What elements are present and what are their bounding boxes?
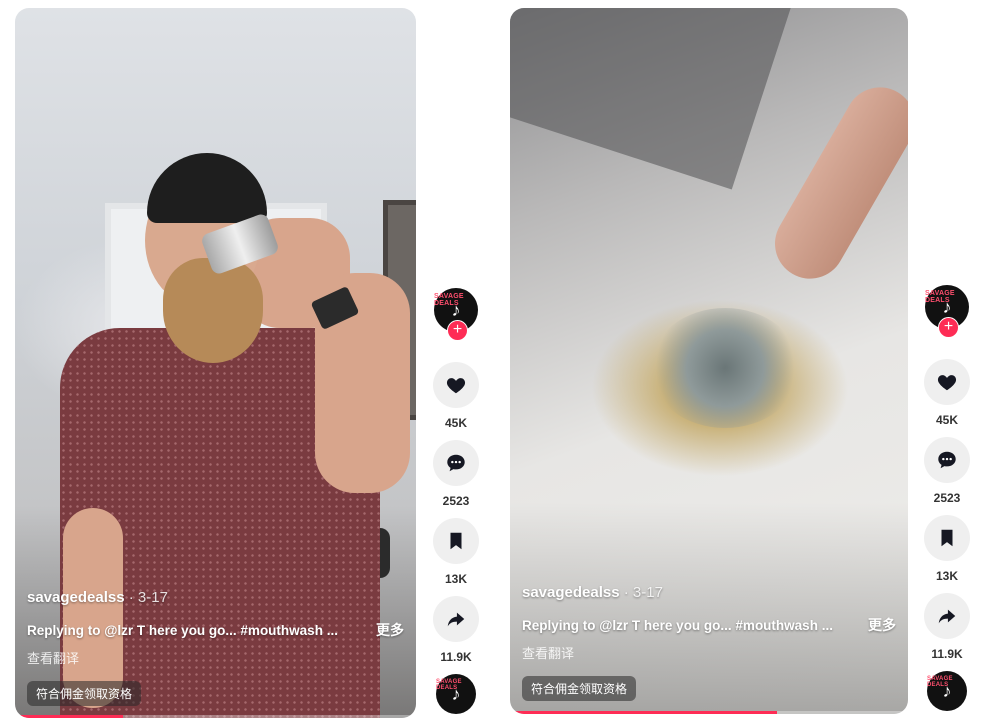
- commission-badge: 符合佣金领取资格: [522, 676, 637, 701]
- share-icon: [447, 612, 465, 627]
- caption-row: Replying to @lzr T here you go... #mouth…: [522, 615, 896, 635]
- disc-label: SAVAGE DEALS: [436, 679, 462, 691]
- comment-button[interactable]: [433, 440, 479, 486]
- author-avatar[interactable]: SAVAGE DEALS ♪ +: [434, 288, 478, 341]
- more-button[interactable]: 更多: [868, 615, 896, 635]
- author-name[interactable]: savagedealss: [27, 589, 125, 606]
- comment-icon: [938, 451, 956, 469]
- author-line: savagedealss · 3-17: [522, 584, 896, 601]
- author-line: savagedealss · 3-17: [27, 589, 404, 606]
- cap: [147, 153, 267, 223]
- like-button[interactable]: [924, 359, 970, 405]
- share-icon: [938, 609, 956, 624]
- share-count: 11.9K: [440, 650, 472, 664]
- save-count: 13K: [935, 569, 958, 583]
- more-button[interactable]: 更多: [376, 620, 404, 640]
- video-meta: savagedealss · 3-17 Replying to @lzr T h…: [27, 589, 404, 706]
- author-avatar[interactable]: SAVAGE DEALS ♪ +: [925, 285, 969, 338]
- like-count: 45K: [935, 413, 958, 427]
- post-date: · 3-17: [128, 589, 168, 606]
- follow-plus-icon[interactable]: +: [447, 320, 468, 341]
- progress-bar[interactable]: [15, 715, 124, 718]
- disc-label: SAVAGE DEALS: [927, 676, 953, 688]
- share-count: 11.9K: [931, 647, 963, 661]
- comment-icon: [447, 454, 465, 472]
- finger: [762, 74, 908, 292]
- follow-plus-icon[interactable]: +: [938, 317, 959, 338]
- caption-row: Replying to @lzr T here you go... #mouth…: [27, 620, 404, 640]
- translate-link[interactable]: 查看翻译: [522, 643, 896, 662]
- share-button[interactable]: [924, 593, 970, 639]
- save-count: 13K: [444, 572, 467, 586]
- music-disc[interactable]: SAVAGE DEALS ♪: [436, 674, 476, 714]
- commission-badge: 符合佣金领取资格: [27, 681, 142, 706]
- foam: [650, 308, 800, 428]
- heart-icon: [937, 375, 957, 391]
- share-button[interactable]: [433, 596, 479, 642]
- beard: [163, 258, 263, 363]
- save-button[interactable]: [924, 515, 970, 561]
- music-disc[interactable]: SAVAGE DEALS ♪: [927, 671, 967, 711]
- heart-icon: [446, 378, 466, 394]
- comment-button[interactable]: [924, 437, 970, 483]
- action-rail-2: SAVAGE DEALS ♪ + 45K 2523 13K 11.9K SAVA…: [923, 285, 971, 711]
- avatar-label: SAVAGE DEALS: [925, 290, 955, 304]
- bookmark-icon: [941, 529, 953, 547]
- bookmark-icon: [450, 532, 462, 550]
- action-rail-1: SAVAGE DEALS ♪ + 45K 2523 13K 11.9K SAVA…: [432, 288, 480, 714]
- comment-count: 2523: [933, 491, 961, 505]
- video-meta: savagedealss · 3-17 Replying to @lzr T h…: [522, 584, 896, 701]
- avatar-label: SAVAGE DEALS: [434, 293, 464, 307]
- shadow: [510, 8, 794, 190]
- video-player-2[interactable]: savagedealss · 3-17 Replying to @lzr T h…: [510, 8, 908, 714]
- translate-link[interactable]: 查看翻译: [27, 648, 404, 667]
- save-button[interactable]: [433, 518, 479, 564]
- post-date: · 3-17: [623, 584, 663, 601]
- like-count: 45K: [444, 416, 467, 430]
- video-player-1[interactable]: savagedealss · 3-17 Replying to @lzr T h…: [15, 8, 416, 718]
- caption-text: Replying to @lzr T here you go... #mouth…: [27, 622, 338, 638]
- progress-bar[interactable]: [510, 711, 777, 714]
- author-name[interactable]: savagedealss: [522, 584, 620, 601]
- caption-text: Replying to @lzr T here you go... #mouth…: [522, 617, 833, 633]
- comment-count: 2523: [442, 494, 470, 508]
- like-button[interactable]: [433, 362, 479, 408]
